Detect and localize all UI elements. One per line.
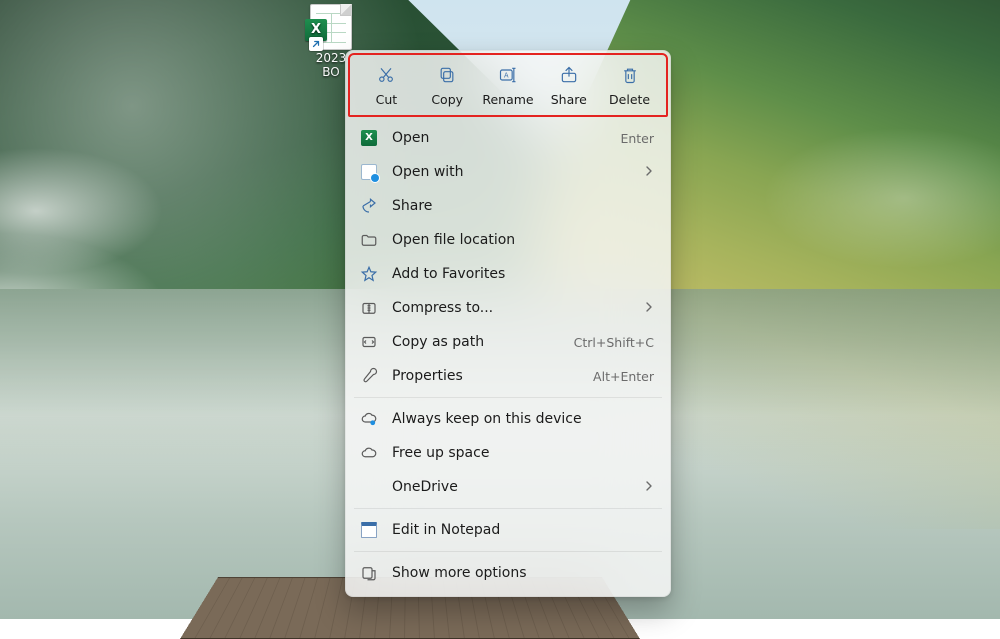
chevron-right-icon	[644, 300, 654, 316]
menu-show-more-options-label: Show more options	[392, 565, 654, 581]
menu-onedrive-label: OneDrive	[392, 479, 630, 495]
copy-path-icon	[360, 333, 378, 351]
menu-always-keep-label: Always keep on this device	[392, 411, 654, 427]
delete-label: Delete	[609, 92, 650, 107]
trash-icon	[620, 65, 640, 88]
chevron-right-icon	[644, 479, 654, 495]
menu-open-with-label: Open with	[392, 164, 630, 180]
menu-separator	[354, 508, 662, 509]
rename-label: Rename	[482, 92, 533, 107]
menu-separator	[354, 551, 662, 552]
copy-button[interactable]: Copy	[417, 63, 478, 109]
excel-file-icon: X	[310, 4, 352, 50]
menu-properties-accel: Alt+Enter	[593, 369, 654, 384]
menu-show-more-options[interactable]: Show more options	[350, 556, 666, 590]
menu-copy-as-path[interactable]: Copy as path Ctrl+Shift+C	[350, 325, 666, 359]
chevron-right-icon	[644, 164, 654, 180]
rename-icon: A	[498, 65, 518, 88]
share-label: Share	[551, 92, 587, 107]
rename-button[interactable]: A Rename	[478, 63, 539, 109]
cloud-icon	[360, 444, 378, 462]
context-menu: Cut Copy A Rename Share Delete	[345, 50, 671, 597]
scissors-icon	[376, 65, 396, 88]
share-button[interactable]: Share	[538, 63, 599, 109]
menu-copy-as-path-accel: Ctrl+Shift+C	[574, 335, 654, 350]
context-menu-action-bar: Cut Copy A Rename Share Delete	[348, 53, 668, 117]
copy-label: Copy	[431, 92, 463, 107]
star-icon	[360, 265, 378, 283]
menu-share-label: Share	[392, 198, 654, 214]
menu-open-with[interactable]: Open with	[350, 155, 666, 189]
menu-open-file-location-label: Open file location	[392, 232, 654, 248]
menu-open-label: Open	[392, 130, 606, 146]
delete-button[interactable]: Delete	[599, 63, 660, 109]
menu-compress-to-label: Compress to...	[392, 300, 630, 316]
menu-properties-label: Properties	[392, 368, 579, 384]
wrench-icon	[360, 367, 378, 385]
menu-copy-as-path-label: Copy as path	[392, 334, 560, 350]
onedrive-spacer-icon	[360, 478, 378, 496]
menu-share[interactable]: Share	[350, 189, 666, 223]
menu-add-to-favorites[interactable]: Add to Favorites	[350, 257, 666, 291]
menu-compress-to[interactable]: Compress to...	[350, 291, 666, 325]
show-more-icon	[360, 564, 378, 582]
menu-separator	[354, 397, 662, 398]
menu-free-up-space[interactable]: Free up space	[350, 436, 666, 470]
notepad-icon	[360, 521, 378, 539]
cut-label: Cut	[376, 92, 398, 107]
menu-edit-in-notepad[interactable]: Edit in Notepad	[350, 513, 666, 547]
menu-open-file-location[interactable]: Open file location	[350, 223, 666, 257]
folder-icon	[360, 231, 378, 249]
cut-button[interactable]: Cut	[356, 63, 417, 109]
menu-properties[interactable]: Properties Alt+Enter	[350, 359, 666, 393]
menu-open-accel: Enter	[620, 131, 654, 146]
menu-always-keep-on-device[interactable]: Always keep on this device	[350, 402, 666, 436]
menu-add-to-favorites-label: Add to Favorites	[392, 266, 654, 282]
share-arrow-icon	[360, 197, 378, 215]
archive-icon	[360, 299, 378, 317]
svg-text:A: A	[504, 72, 509, 80]
menu-free-up-space-label: Free up space	[392, 445, 654, 461]
shortcut-arrow-icon	[309, 37, 323, 51]
open-with-icon	[360, 163, 378, 181]
cloud-sync-icon	[360, 410, 378, 428]
share-icon	[559, 65, 579, 88]
copy-icon	[437, 65, 457, 88]
excel-app-icon: X	[360, 129, 378, 147]
menu-onedrive[interactable]: OneDrive	[350, 470, 666, 504]
menu-open[interactable]: X Open Enter	[350, 121, 666, 155]
menu-edit-in-notepad-label: Edit in Notepad	[392, 522, 654, 538]
